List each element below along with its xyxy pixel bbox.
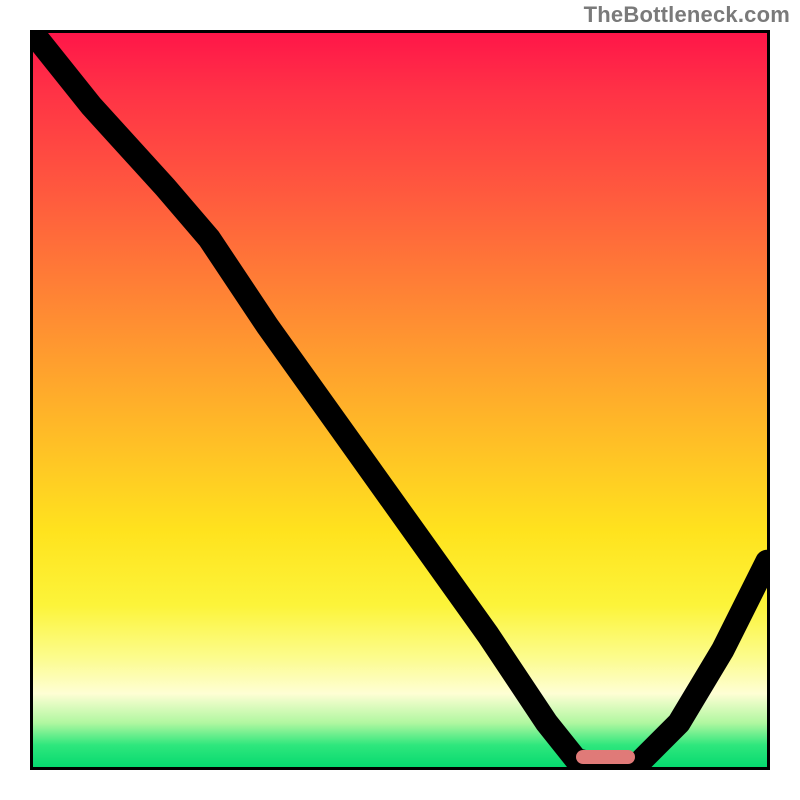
plot-area (30, 30, 770, 770)
watermark-text: TheBottleneck.com (584, 2, 790, 28)
chart-frame: TheBottleneck.com (0, 0, 800, 800)
curve-layer (33, 33, 767, 767)
optimal-range-marker (576, 750, 635, 764)
bottleneck-curve (33, 33, 767, 767)
